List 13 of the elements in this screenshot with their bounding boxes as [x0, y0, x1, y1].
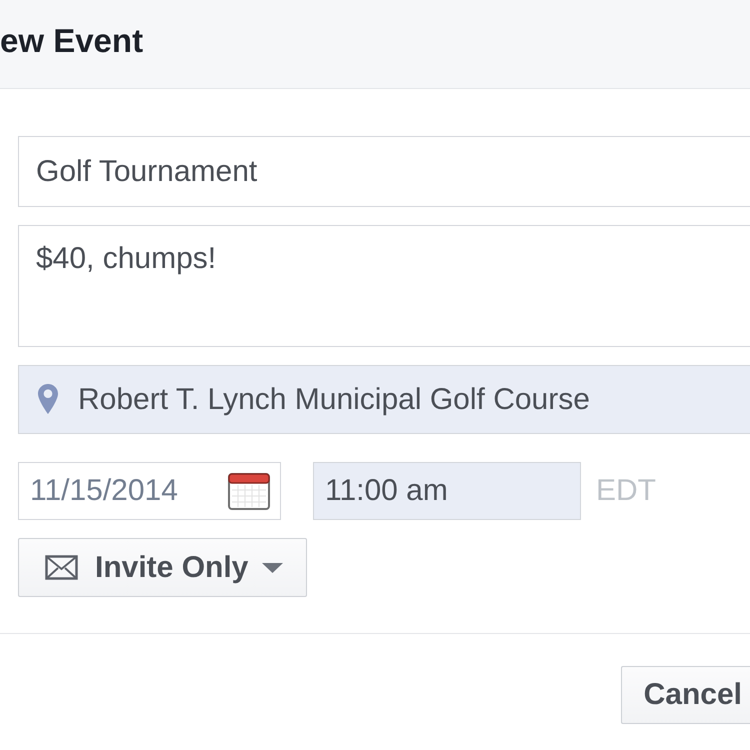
cancel-button[interactable]: Cancel	[620, 666, 750, 724]
caret-icon	[262, 562, 284, 572]
calendar-icon	[228, 473, 270, 510]
time-field[interactable]: 11:00 am	[313, 462, 581, 520]
dialog-title: ew Event	[0, 22, 144, 60]
timezone-label: EDT	[596, 474, 656, 508]
location-field[interactable]: Robert T. Lynch Municipal Golf Course	[18, 365, 750, 434]
date-field[interactable]: 11/15/2014	[18, 462, 281, 520]
event-details-field[interactable]: $40, chumps!	[18, 225, 750, 347]
event-name-field[interactable]: Golf Tournament	[18, 136, 750, 207]
envelope-icon	[45, 555, 78, 580]
privacy-dropdown-button[interactable]: Invite Only	[18, 538, 307, 597]
map-pin-icon	[38, 384, 58, 414]
